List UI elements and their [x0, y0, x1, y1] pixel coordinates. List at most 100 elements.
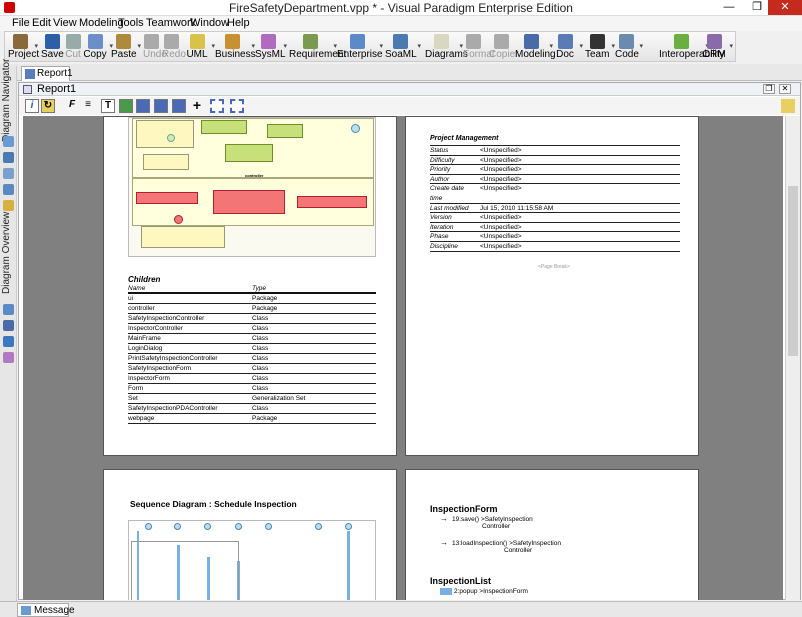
toolbar-modeling-button[interactable]: Modeling ▾: [515, 33, 556, 61]
lifeline-head: [174, 523, 181, 530]
dropdown-arrow-icon[interactable]: ▾: [283, 42, 287, 50]
diagram-backlog-icon[interactable]: [3, 184, 14, 195]
row-icon[interactable]: [172, 99, 186, 113]
fit-page-icon[interactable]: [210, 99, 224, 113]
toolbar-undo-button[interactable]: Undo: [143, 33, 167, 61]
model-explorer-icon[interactable]: [3, 136, 14, 147]
text-icon[interactable]: T: [101, 99, 115, 113]
dropdown-arrow-icon[interactable]: ▾: [379, 42, 383, 50]
dropdown-arrow-icon[interactable]: ▾: [34, 42, 38, 50]
property-icon[interactable]: [3, 304, 14, 315]
menu-edit[interactable]: Edit: [32, 17, 51, 29]
toolbar-label: Requirement: [289, 49, 347, 60]
message-tab[interactable]: Message: [17, 603, 75, 617]
toolbar-interoperability-button[interactable]: Interoperability▾: [659, 33, 725, 61]
table-header-row: Name Type: [128, 284, 376, 294]
children-heading: Children: [128, 275, 161, 284]
toolbar-sysml-button[interactable]: SysML ▾: [255, 33, 287, 61]
toolbar-doc-button[interactable]: Doc ▾: [553, 33, 583, 61]
list-icon[interactable]: ≡: [81, 99, 95, 113]
close-report-button[interactable]: ✕: [779, 84, 791, 94]
table-row: SafetyInspectionForm Class: [128, 364, 376, 374]
menu-help[interactable]: Help: [227, 17, 250, 29]
toolbar-project-button[interactable]: Project ▾: [8, 33, 39, 61]
toolbar-code-button[interactable]: Code ▾: [615, 33, 643, 61]
toolbar-enterprise-button[interactable]: Enterprise ▾: [337, 33, 383, 61]
table-row: Status <Unspecified>: [430, 146, 680, 156]
property-key: Difficulty: [430, 156, 455, 164]
project-management-heading: Project Management: [430, 135, 499, 142]
tab-report1[interactable]: Report1: [21, 66, 73, 81]
stencil-icon[interactable]: [3, 352, 14, 363]
resource-icon[interactable]: [3, 200, 14, 211]
toolbar-requirement-button[interactable]: Requirement ▾: [289, 33, 347, 61]
diagram-overview-tab[interactable]: Diagram Overview: [1, 212, 15, 294]
menu-teamwork[interactable]: Teamwork: [146, 17, 196, 29]
soaml-icon: [392, 34, 408, 49]
info-icon[interactable]: i: [25, 99, 39, 113]
message-marker-icon: [440, 588, 452, 595]
column-header: Name: [128, 285, 146, 292]
export-icon[interactable]: [781, 99, 795, 113]
cell-name: Form: [128, 385, 144, 392]
dropdown-arrow-icon[interactable]: ▾: [579, 42, 583, 50]
toolbar-format-button[interactable]: Format: [463, 33, 495, 61]
cut-icon: [65, 34, 81, 49]
menu-tools[interactable]: Tools: [118, 17, 144, 29]
column-icon[interactable]: [154, 99, 168, 113]
menu-window[interactable]: Window: [190, 17, 229, 29]
table-row: time: [430, 194, 680, 204]
toolbar-paste-button[interactable]: Paste ▾: [111, 33, 141, 61]
class-repository-icon[interactable]: [3, 152, 14, 163]
toolbar-soaml-button[interactable]: SoaML ▾: [385, 33, 421, 61]
toolbar-copier-button[interactable]: Copier: [489, 33, 518, 61]
layers-icon[interactable]: [3, 336, 14, 347]
table-row: InspectorForm Class: [128, 374, 376, 384]
toolbar-uml-button[interactable]: UML ▾: [185, 33, 215, 61]
menu-file[interactable]: File: [12, 17, 30, 29]
toolbar-diagrams-button[interactable]: Diagrams ▾: [425, 33, 468, 61]
cell-type: Class: [252, 335, 269, 342]
property-key: Author: [430, 175, 450, 183]
comments-icon[interactable]: [3, 320, 14, 331]
toolbar-copy-button[interactable]: Copy ▾: [83, 33, 113, 61]
refresh-icon[interactable]: ↻: [41, 99, 55, 113]
toolbar-label: Business: [215, 49, 256, 60]
property-key: Version: [430, 214, 452, 222]
diagram-navigator-tab[interactable]: Diagram Navigator: [1, 59, 15, 142]
maximize-button[interactable]: ❐: [744, 0, 770, 15]
toolbar-business-button[interactable]: Business ▾: [215, 33, 256, 61]
image-icon[interactable]: [119, 99, 133, 113]
cell-type: Class: [252, 325, 269, 332]
toolbar-redo-button[interactable]: Redo: [162, 33, 186, 61]
dropdown-arrow-icon[interactable]: ▾: [639, 42, 643, 50]
scrollbar-thumb[interactable]: [788, 186, 798, 356]
minimize-button[interactable]: —: [716, 0, 742, 15]
restore-button[interactable]: ❐: [763, 84, 775, 94]
dropdown-arrow-icon[interactable]: ▾: [729, 42, 733, 50]
dropdown-arrow-icon[interactable]: ▾: [137, 42, 141, 50]
toolbar-team-button[interactable]: Team ▾: [585, 33, 615, 61]
menu-modeling[interactable]: Modeling: [79, 17, 124, 29]
report-page: InspectionForm → 19:save() >SafetyInspec…: [405, 469, 699, 600]
report-toolbar: i ↻ F ≡ T +: [19, 97, 800, 115]
vertical-scrollbar[interactable]: [785, 116, 800, 600]
arrow-icon: →: [440, 514, 448, 523]
add-icon[interactable]: +: [190, 98, 204, 113]
toolbar-save-button[interactable]: Save: [41, 33, 64, 61]
menu-view[interactable]: View: [53, 17, 77, 29]
table-icon[interactable]: [136, 99, 150, 113]
main-toolbar: Project ▾ Save Cut Copy ▾ Paste ▾ Undo Redo UML ▾ Bu…: [4, 31, 736, 62]
toolbar-cut-button[interactable]: Cut: [65, 33, 81, 61]
dropdown-arrow-icon[interactable]: ▾: [417, 42, 421, 50]
cell-name: PrintSafetyInspectionController: [128, 355, 218, 362]
logical-view-icon[interactable]: [3, 168, 14, 179]
font-icon[interactable]: F: [65, 99, 79, 113]
close-button[interactable]: ✕: [768, 0, 802, 15]
sysml-icon: [260, 34, 276, 49]
inspection-list-heading: InspectionList: [430, 576, 492, 586]
table-row: PrintSafetyInspectionController Class: [128, 354, 376, 364]
toolbar-orm-button[interactable]: ORM ▾: [701, 33, 733, 61]
fit-width-icon[interactable]: [230, 99, 244, 113]
cell-type: Generalization Set: [252, 395, 306, 402]
